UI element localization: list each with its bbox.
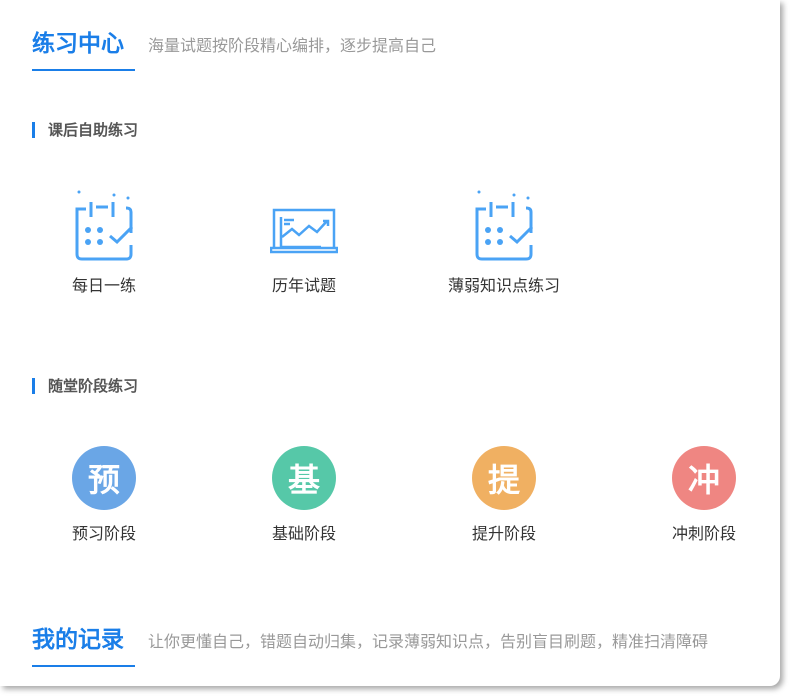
stage-advance[interactable]: 提 提升阶段 bbox=[434, 446, 574, 544]
section-marker bbox=[32, 377, 35, 394]
title-underline bbox=[32, 69, 135, 71]
calendar-check-icon bbox=[475, 190, 534, 261]
stage-glyph-icon: 冲 bbox=[672, 446, 736, 510]
practice-card: 练习中心 海量试题按阶段精心编排，逐步提高自己 课后自助练习 每日一练 历年试题… bbox=[0, 0, 780, 686]
practice-title: 练习中心 bbox=[32, 31, 124, 57]
item-past-exams[interactable]: 历年试题 bbox=[234, 190, 374, 296]
records-underline bbox=[32, 665, 135, 667]
item-label: 基础阶段 bbox=[271, 524, 336, 543]
stage-glyph-icon: 预 bbox=[72, 446, 136, 510]
calendar-check-icon bbox=[75, 190, 134, 261]
section-self-practice: 课后自助练习 bbox=[32, 119, 138, 140]
section-stage-practice: 随堂阶段练习 bbox=[32, 375, 138, 396]
stage-glyph-icon: 提 bbox=[472, 446, 536, 510]
item-label: 历年试题 bbox=[271, 276, 336, 295]
stage-basic[interactable]: 基 基础阶段 bbox=[234, 446, 374, 544]
item-label: 预习阶段 bbox=[71, 524, 136, 543]
chart-laptop-icon bbox=[270, 208, 338, 254]
item-daily-practice[interactable]: 每日一练 bbox=[34, 190, 174, 296]
stage-glyph-icon: 基 bbox=[272, 446, 336, 510]
item-weak-points[interactable]: 薄弱知识点练习 bbox=[434, 190, 574, 296]
practice-subtitle: 海量试题按阶段精心编排，逐步提高自己 bbox=[148, 36, 437, 55]
records-subtitle: 让你更懂自己，错题自动归集，记录薄弱知识点，告别盲目刷题，精准扫清障碍 bbox=[148, 632, 709, 651]
item-label: 冲刺阶段 bbox=[671, 524, 736, 543]
item-label: 提升阶段 bbox=[471, 524, 536, 543]
stage-sprint[interactable]: 冲 冲刺阶段 bbox=[634, 446, 774, 544]
section-marker bbox=[32, 121, 35, 138]
section-title: 随堂阶段练习 bbox=[48, 377, 139, 395]
practice-header: 练习中心 海量试题按阶段精心编排，逐步提高自己 bbox=[32, 24, 436, 58]
item-label: 每日一练 bbox=[71, 276, 136, 295]
records-header: 我的记录 让你更懂自己，错题自动归集，记录薄弱知识点，告别盲目刷题，精准扫清障碍 bbox=[32, 620, 708, 654]
records-title: 我的记录 bbox=[32, 627, 124, 653]
stage-preview[interactable]: 预 预习阶段 bbox=[34, 446, 174, 544]
item-label: 薄弱知识点练习 bbox=[447, 276, 560, 295]
section-title: 课后自助练习 bbox=[48, 121, 139, 139]
